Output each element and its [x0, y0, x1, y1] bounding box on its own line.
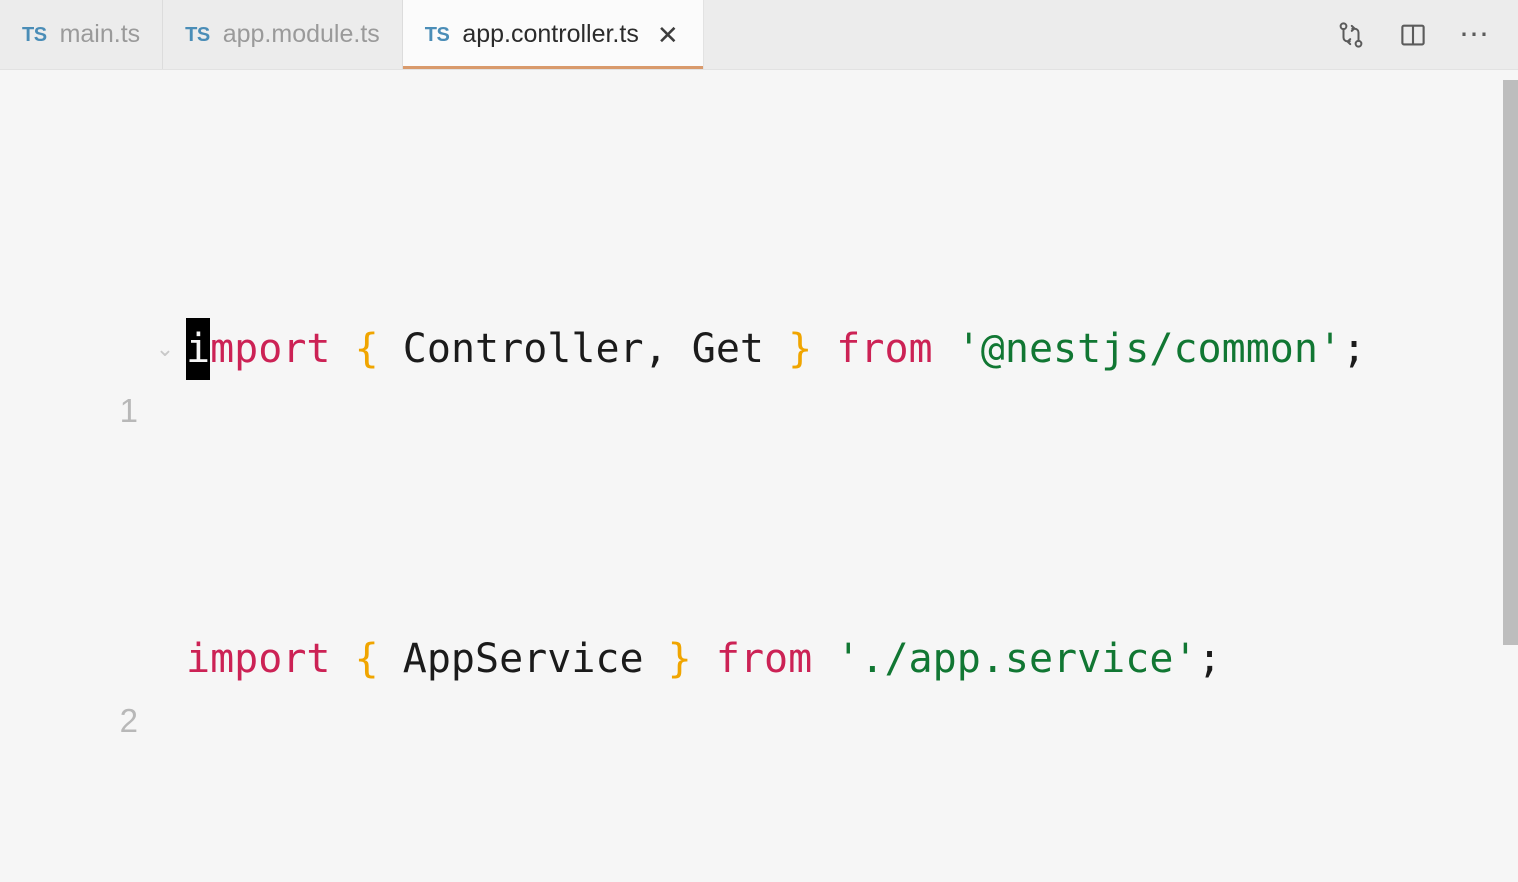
tab-app-controller-ts[interactable]: TS app.controller.ts ✕ [402, 0, 704, 69]
tab-label: app.controller.ts [462, 20, 639, 48]
code-editor[interactable]: 1 ⌄ import { Controller, Get } from '@ne… [0, 70, 1518, 882]
code-line[interactable]: 1 ⌄ import { Controller, Get } from '@ne… [0, 318, 1518, 429]
source-control-compare-icon[interactable] [1334, 18, 1368, 52]
close-icon[interactable]: ✕ [655, 22, 681, 48]
typescript-file-icon: TS [22, 23, 47, 46]
code-line-text: import { Controller, Get } from '@nestjs… [186, 318, 1366, 380]
code-content[interactable]: 1 ⌄ import { Controller, Get } from '@ne… [0, 70, 1518, 882]
line-number: 1 [119, 392, 138, 429]
vertical-scrollbar-thumb[interactable] [1503, 80, 1518, 645]
code-line[interactable]: 2 import { AppService } from './app.serv… [0, 628, 1518, 739]
split-editor-icon[interactable] [1396, 18, 1430, 52]
line-number: 2 [119, 702, 138, 739]
vertical-scrollbar[interactable] [1503, 70, 1518, 882]
editor-actions-toolbar: ⋯ [1314, 0, 1518, 69]
tab-label: app.module.ts [222, 20, 380, 48]
more-actions-icon[interactable]: ⋯ [1458, 18, 1492, 52]
tab-app-module-ts[interactable]: TS app.module.ts [163, 0, 403, 69]
code-line-text: import { AppService } from './app.servic… [186, 636, 1222, 682]
text-cursor: i [186, 318, 211, 380]
editor-tab-bar: TS main.ts TS app.module.ts TS app.contr… [0, 0, 1518, 70]
tab-main-ts[interactable]: TS main.ts [0, 0, 164, 69]
tab-label: main.ts [59, 20, 141, 48]
fold-chevron-icon[interactable]: ⌄ [150, 318, 180, 380]
typescript-file-icon: TS [424, 23, 450, 46]
typescript-file-icon: TS [185, 23, 210, 46]
